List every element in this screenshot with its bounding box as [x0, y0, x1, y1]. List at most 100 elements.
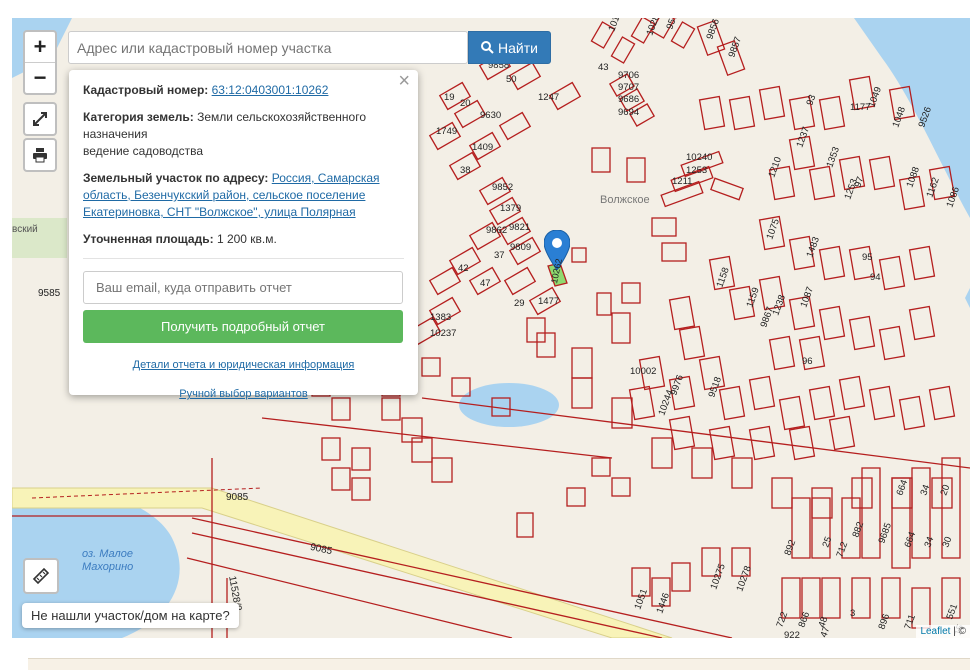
ruler-button[interactable] — [23, 558, 59, 594]
parcel-number-label: 93 — [804, 93, 818, 107]
search-button[interactable]: Найти — [468, 31, 551, 64]
parcel-outline[interactable] — [498, 111, 532, 141]
parcel-outline[interactable] — [731, 457, 753, 489]
parcel-outline[interactable] — [908, 305, 936, 341]
parcel-outline[interactable] — [626, 157, 646, 183]
parcel-outline[interactable] — [908, 245, 936, 281]
parcel-outline[interactable] — [671, 562, 691, 592]
parcel-outline[interactable] — [881, 577, 901, 619]
search-input[interactable] — [68, 31, 468, 64]
parcel-outline[interactable] — [591, 147, 611, 173]
parcel-outline[interactable] — [848, 315, 876, 351]
parcel-outline[interactable] — [818, 95, 846, 131]
parcel-outline[interactable] — [668, 415, 696, 451]
map-label-volzhskoe: Волжское — [600, 194, 650, 206]
parcel-outline[interactable] — [868, 385, 896, 421]
parcel-number-label: 664 — [902, 530, 918, 549]
parcel-outline[interactable] — [591, 457, 611, 477]
not-found-button[interactable]: Не нашли участок/дом на карте? — [22, 603, 239, 628]
parcel-outline[interactable] — [621, 282, 641, 304]
parcel-outline[interactable] — [566, 487, 586, 507]
parcel-outline[interactable] — [811, 487, 833, 519]
parcel-outline[interactable] — [610, 36, 636, 64]
fullscreen-button[interactable] — [23, 102, 57, 136]
parcel-outline[interactable] — [878, 325, 906, 361]
parcel-outline[interactable] — [868, 155, 896, 191]
parcel-outline[interactable] — [781, 577, 801, 619]
parcel-outline[interactable] — [928, 385, 956, 421]
parcel-outline[interactable] — [710, 177, 744, 201]
parcel-number-label: 1353 — [824, 145, 842, 169]
parcel-outline[interactable] — [516, 512, 534, 538]
parcel-outline[interactable] — [818, 245, 846, 281]
parcel-number-label: 47 — [480, 278, 491, 289]
parcel-outline[interactable] — [718, 385, 746, 421]
parcel-outline[interactable] — [768, 335, 796, 371]
parcel-outline[interactable] — [691, 447, 713, 479]
parcel-outline[interactable] — [898, 395, 926, 431]
category-label: Категория земель: — [83, 110, 194, 124]
parcel-outline[interactable] — [698, 95, 726, 131]
parcel-outline[interactable] — [431, 457, 453, 483]
parcel-outline[interactable] — [503, 266, 537, 296]
parcel-outline[interactable] — [571, 247, 587, 263]
parcel-outline[interactable] — [668, 295, 696, 331]
manual-select-link[interactable]: Ручной выбор вариантов — [179, 388, 307, 400]
parcel-info-popup: × Кадастровый номер: 63:12:0403001:10262… — [69, 70, 418, 400]
parcel-number-label: 9862 — [486, 225, 507, 236]
parcel-outline[interactable] — [421, 357, 441, 377]
parcel-outline[interactable] — [536, 332, 556, 358]
parcel-number-label: 1159 — [744, 286, 761, 309]
parcel-outline[interactable] — [788, 425, 816, 461]
parcel-outline[interactable] — [811, 497, 831, 559]
report-details-link[interactable]: Детали отчета и юридическая информация — [133, 359, 355, 371]
parcel-outline[interactable] — [628, 385, 656, 421]
parcel-number-label: 1075 — [764, 217, 782, 241]
parcel-number-label: 42 — [458, 263, 469, 274]
parcel-outline[interactable] — [611, 312, 631, 344]
parcel-outline[interactable] — [571, 377, 593, 409]
parcel-number-label: 43 — [598, 62, 609, 73]
map-label-lake: оз. Малое Махорино — [82, 548, 134, 573]
parcel-outline[interactable] — [331, 467, 351, 491]
parcel-outline[interactable] — [571, 347, 593, 379]
parcel-outline[interactable] — [728, 95, 756, 131]
parcel-outline[interactable] — [828, 415, 856, 451]
email-field[interactable] — [83, 271, 403, 304]
parcel-number-label: 47 — [818, 625, 832, 638]
zoom-out-button[interactable]: − — [25, 62, 55, 93]
cadastral-link[interactable]: 63:12:0403001:10262 — [212, 83, 329, 97]
parcel-outline[interactable] — [661, 242, 687, 262]
parcel-outline[interactable] — [778, 395, 806, 431]
parcel-outline[interactable] — [821, 577, 841, 619]
parcel-outline[interactable] — [526, 317, 546, 343]
parcel-outline[interactable] — [878, 255, 906, 291]
zoom-in-button[interactable]: + — [25, 32, 55, 62]
parcel-outline[interactable] — [651, 437, 673, 469]
parcel-outline[interactable] — [351, 477, 371, 501]
parcel-outline[interactable] — [838, 375, 866, 411]
parcel-outline[interactable] — [808, 385, 836, 421]
parcel-number-label: 10275 — [708, 562, 727, 591]
parcel-number-label: 712 — [834, 540, 850, 559]
parcel-outline[interactable] — [596, 292, 612, 316]
parcel-outline[interactable] — [651, 217, 677, 237]
parcel-outline[interactable] — [861, 467, 881, 559]
parcel-outline[interactable] — [808, 165, 836, 201]
parcel-number-label: 9867 — [758, 305, 776, 329]
parcel-outline[interactable] — [708, 425, 736, 461]
parcel-outline[interactable] — [748, 375, 776, 411]
parcel-outline[interactable] — [321, 437, 341, 461]
parcel-number-label: 30 — [940, 535, 954, 549]
map-view[interactable]: 1010 1028 9577 9856 9857 43 9706 9707 9686 9694 12… — [12, 18, 970, 638]
parcel-outline[interactable] — [818, 305, 846, 341]
parcel-outline[interactable] — [758, 85, 786, 121]
get-report-button[interactable]: Получить подробный отчет — [83, 310, 403, 343]
parcel-outline[interactable] — [351, 447, 371, 471]
parcel-outline[interactable] — [771, 477, 793, 509]
leaflet-link[interactable]: Leaflet — [920, 626, 950, 637]
print-button[interactable] — [23, 138, 57, 172]
parcel-outline[interactable] — [678, 325, 706, 361]
close-icon[interactable]: × — [398, 71, 410, 91]
parcel-outline[interactable] — [611, 477, 631, 497]
